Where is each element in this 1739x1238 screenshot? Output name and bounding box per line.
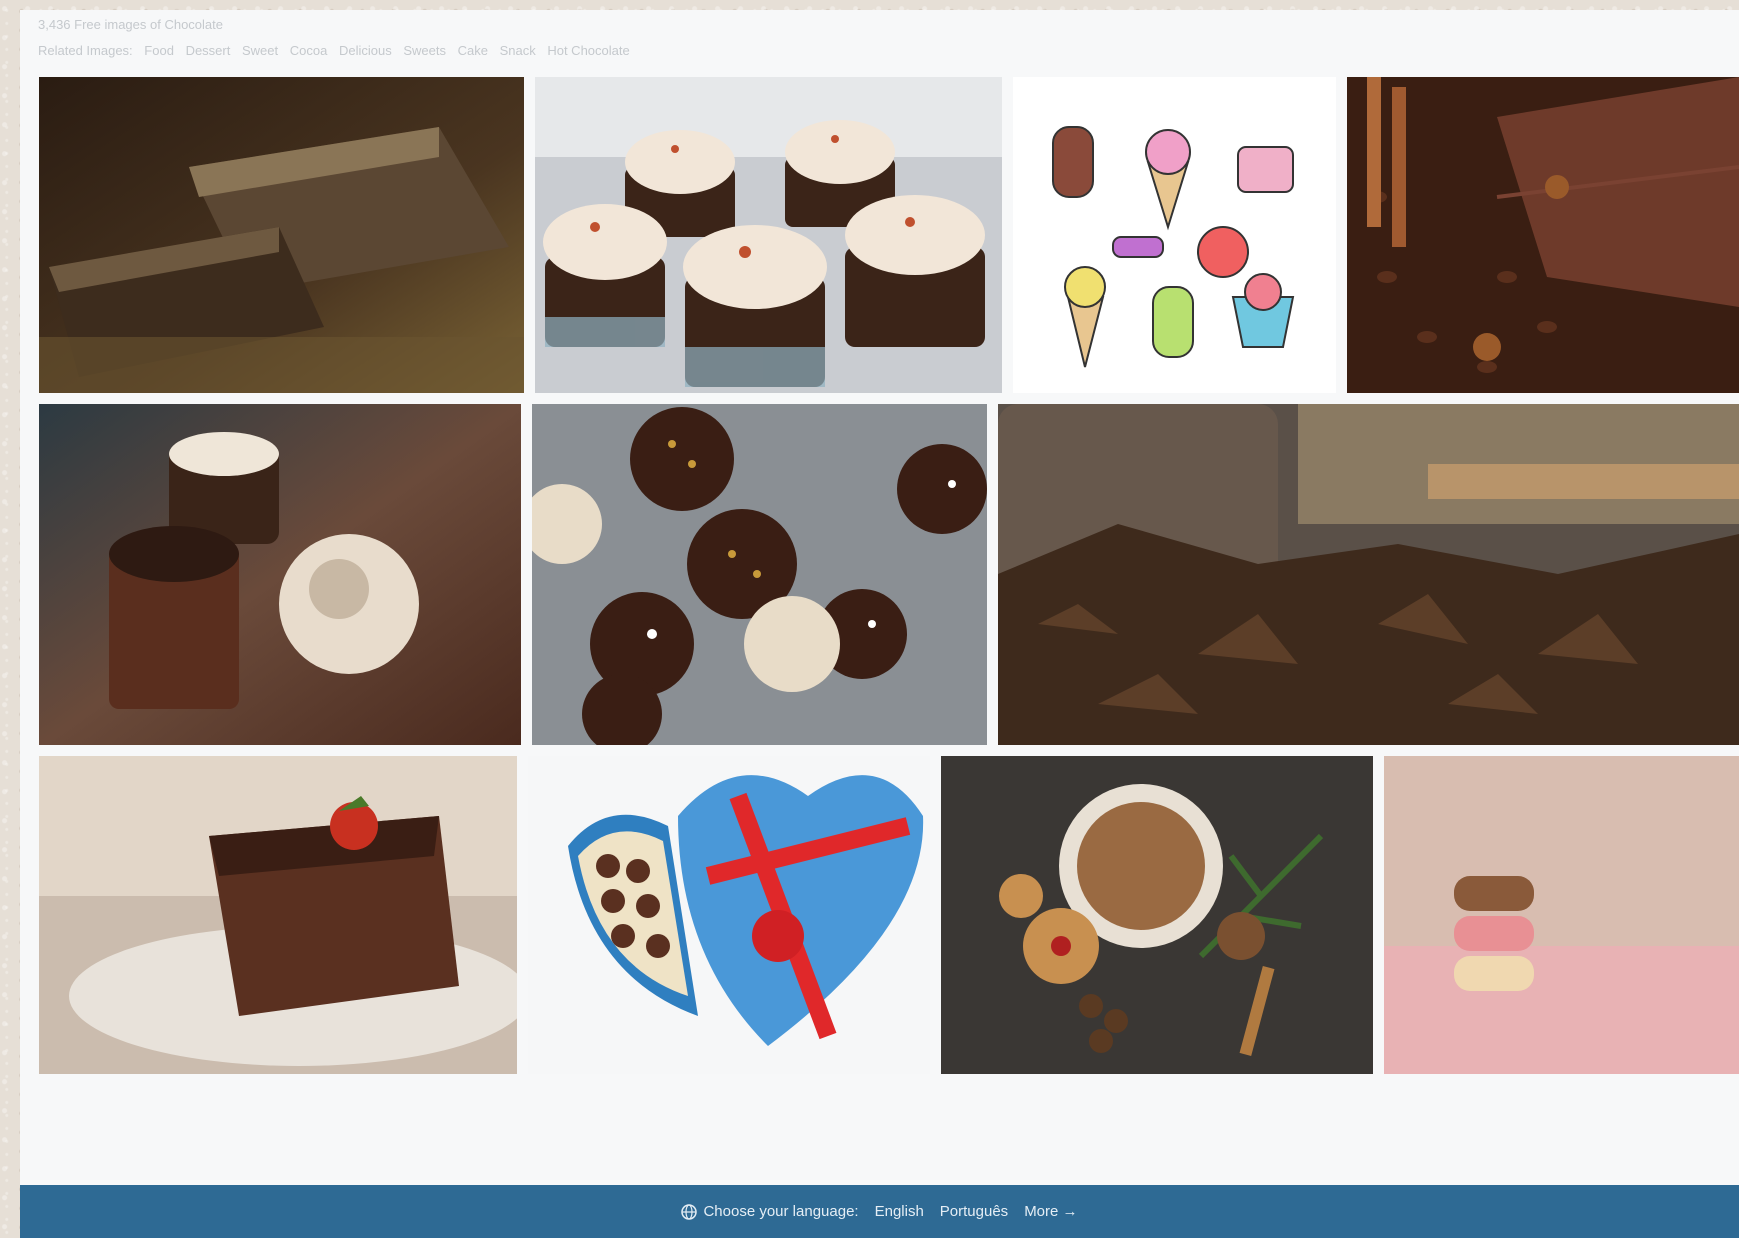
related-tag[interactable]: Delicious bbox=[339, 43, 392, 58]
image-heart-chocolate-box[interactable] bbox=[528, 756, 930, 1074]
related-images-bar: Related Images: Food Dessert Sweet Cocoa… bbox=[38, 42, 1739, 60]
related-tag[interactable]: Snack bbox=[500, 43, 536, 58]
heart-box-graphic bbox=[528, 756, 930, 1074]
image-chocolate-coffee-beans[interactable] bbox=[1347, 77, 1739, 393]
related-tag[interactable]: Sweet bbox=[242, 43, 278, 58]
language-footer: Choose your language: English Português … bbox=[20, 1185, 1739, 1238]
cake-pops-graphic bbox=[532, 404, 987, 745]
choose-language-label: Choose your language: bbox=[703, 1203, 859, 1220]
language-portuguese-link[interactable]: Português bbox=[940, 1203, 1008, 1220]
shavings-jar-graphic bbox=[998, 404, 1739, 745]
hot-chocolate-graphic bbox=[941, 756, 1373, 1074]
related-tag[interactable]: Food bbox=[144, 43, 174, 58]
language-english-link[interactable]: English bbox=[875, 1203, 924, 1220]
sweets-illustration-graphic bbox=[1013, 77, 1336, 393]
image-hot-chocolate-cookies[interactable] bbox=[941, 756, 1373, 1074]
cupcakes-graphic bbox=[535, 77, 1002, 393]
image-chocolate-shavings-jar[interactable] bbox=[998, 404, 1739, 745]
related-tag[interactable]: Cocoa bbox=[290, 43, 328, 58]
macarons-graphic bbox=[1384, 756, 1739, 1074]
result-count: 3,436 Free images of Chocolate bbox=[38, 17, 223, 32]
image-sweets-illustration[interactable] bbox=[1013, 77, 1336, 393]
related-tag[interactable]: Cake bbox=[458, 43, 488, 58]
image-cake-pops[interactable] bbox=[532, 404, 987, 745]
truffles-graphic bbox=[39, 404, 521, 745]
gallery-header: 3,436 Free images of Chocolate Related I… bbox=[38, 16, 1739, 60]
cake-slice-graphic bbox=[39, 756, 517, 1074]
globe-icon bbox=[681, 1203, 698, 1220]
image-chocolate-cake-slice[interactable] bbox=[39, 756, 517, 1074]
coffee-beans-graphic bbox=[1347, 77, 1739, 393]
more-languages-link[interactable]: More → bbox=[1024, 1203, 1077, 1220]
gallery-panel: 3,436 Free images of Chocolate Related I… bbox=[20, 10, 1739, 1238]
image-truffles[interactable] bbox=[39, 404, 521, 745]
related-tag[interactable]: Sweets bbox=[403, 43, 446, 58]
chocolate-bars-graphic bbox=[39, 77, 524, 393]
related-tag[interactable]: Hot Chocolate bbox=[547, 43, 629, 58]
image-macarons[interactable] bbox=[1384, 756, 1739, 1074]
image-chocolate-bars[interactable] bbox=[39, 77, 524, 393]
related-tag[interactable]: Dessert bbox=[186, 43, 231, 58]
image-cupcakes[interactable] bbox=[535, 77, 1002, 393]
choose-language[interactable]: Choose your language: bbox=[681, 1203, 859, 1220]
related-images-label: Related Images: bbox=[38, 43, 133, 58]
